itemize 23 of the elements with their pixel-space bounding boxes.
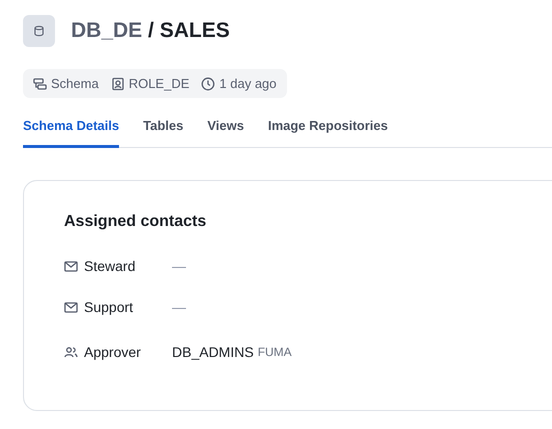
tab[interactable]: Image Repositories (268, 118, 388, 148)
user-badge-icon (110, 76, 125, 90)
clock-icon (201, 76, 216, 90)
users-icon (64, 345, 78, 359)
tab[interactable]: Tables (143, 118, 184, 148)
contact-value: DB_ADMINS (172, 344, 254, 360)
contact-value: — (172, 298, 186, 314)
contact-label: Approver (84, 344, 141, 360)
contact-tag: FUMA (258, 345, 292, 359)
tab[interactable]: Schema Details (23, 118, 120, 148)
envelope-icon (64, 258, 78, 272)
metadata-label: ROLE_DE (128, 76, 190, 91)
contact-value: — (172, 258, 186, 274)
database-icon (23, 15, 55, 47)
contact-label: Support (84, 298, 134, 314)
contact-label: Steward (84, 258, 136, 274)
envelope-icon (64, 300, 78, 314)
page-title: DB_DE / SALES (71, 19, 230, 43)
tab[interactable]: Views (207, 118, 244, 148)
metadata-label: Schema (51, 76, 99, 91)
card-title: Assigned contacts (64, 213, 208, 231)
metadata-label: 1 day ago (219, 76, 277, 91)
schema-icon (33, 76, 47, 90)
